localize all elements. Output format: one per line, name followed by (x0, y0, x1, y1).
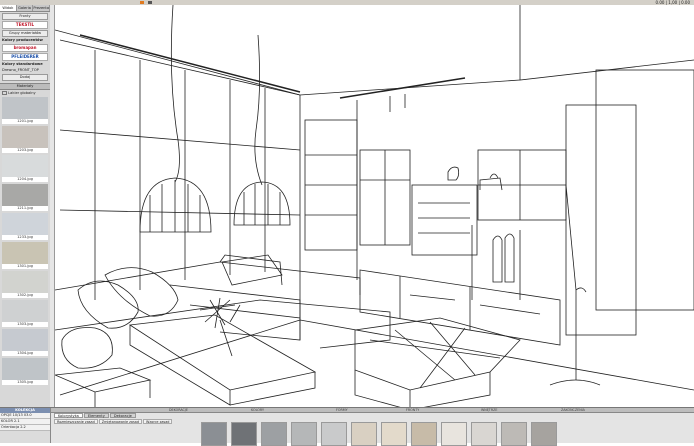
texture-thumbnail[interactable] (291, 422, 317, 446)
texture-thumbnail[interactable] (501, 422, 527, 446)
category-wnetrze[interactable]: WNĘTRZE (481, 408, 497, 412)
3d-viewport[interactable] (55, 5, 694, 407)
material-swatch-label: 1204.jpg (2, 177, 48, 182)
subtab-zmietanowanie[interactable]: Zmiętanowanie zasad (98, 419, 143, 424)
producer-colors-heading: Kolory producentów (2, 38, 43, 42)
texture-thumbnail[interactable] (441, 422, 467, 446)
producer-logo-tekstil[interactable]: TEKSTIL (2, 21, 48, 29)
add-button[interactable]: Dodaj (2, 74, 48, 81)
producer-logo-pfleiderer[interactable]: PFLEIDERER (2, 53, 48, 61)
producer-logo-bromapan[interactable]: bromapan (2, 44, 48, 52)
category-formy[interactable]: FORMY (336, 408, 348, 412)
texture-thumbnail[interactable] (381, 422, 407, 446)
category-kolory[interactable]: KOLORY (251, 408, 264, 412)
material-swatch-label: 1302.jpg (2, 293, 48, 298)
texture-thumbnail[interactable] (201, 422, 227, 446)
category-fronty[interactable]: FRONTY (406, 408, 419, 412)
material-swatch[interactable]: 1211.jpg (2, 184, 48, 211)
toolbar-indicator-icon[interactable] (140, 1, 144, 4)
left-panel: Widok Galeria Prezentacja Fronty TEKSTIL… (0, 5, 51, 407)
texture-thumbnail[interactable] (321, 422, 347, 446)
material-swatch[interactable]: 1302.jpg (2, 271, 48, 298)
material-swatch-label: 1303.jpg (2, 322, 48, 327)
tab-elementy[interactable]: Elementy (83, 413, 109, 418)
bottom-tabs: Kolorystyka Elementy Dekoracje (51, 413, 694, 418)
materials-browser: Kolorystyka Elementy Dekoracje Rozmieszc… (51, 413, 694, 446)
tab-widok[interactable]: Widok (0, 5, 17, 11)
material-swatch-label: 1203.jpg (2, 148, 48, 153)
tab-dekoracje[interactable]: Dekoracje (109, 413, 136, 418)
material-swatch[interactable]: 1204.jpg (2, 155, 48, 182)
tab-prezentacja[interactable]: Prezentacja (33, 5, 50, 11)
material-swatch-label: 1201.jpg (2, 119, 48, 124)
folder-icon (2, 91, 7, 95)
material-groups-button[interactable]: Grupy materiałów (2, 30, 48, 37)
tab-kolorystyka[interactable]: Kolorystyka (54, 413, 83, 418)
material-swatch[interactable]: 1203.jpg (2, 126, 48, 153)
wireframe-scene (55, 5, 694, 407)
material-swatch-label: 1304.jpg (2, 351, 48, 356)
left-tabs: Widok Galeria Prezentacja (0, 5, 50, 12)
materials-header: Materiały (0, 83, 50, 90)
texture-thumbnail[interactable] (351, 422, 377, 446)
tree-item-label: Lakier globalny (8, 91, 36, 95)
standard-color-item[interactable]: Drewno_FRONT_TOP (2, 68, 48, 73)
material-swatch-label: 1211.jpg (2, 206, 48, 211)
category-dekoracje[interactable]: DEKORACJE (169, 408, 188, 412)
texture-thumbnail[interactable] (261, 422, 287, 446)
material-swatch[interactable]: 1233.jpg (2, 213, 48, 240)
texture-thumbnail[interactable] (471, 422, 497, 446)
material-swatch-label: 1305.jpg (2, 380, 48, 385)
texture-thumbnails (201, 422, 561, 446)
toolbar-indicator-icon[interactable] (148, 1, 152, 4)
collection-row[interactable]: Orientacja 2.2 (0, 425, 50, 431)
standard-colors-heading: Kolory standardowe (2, 62, 43, 66)
material-swatch-label: 1301.jpg (2, 264, 48, 269)
material-swatch[interactable]: 1305.jpg (2, 358, 48, 385)
material-swatch[interactable]: 1304.jpg (2, 329, 48, 356)
texture-thumbnail[interactable] (231, 422, 257, 446)
category-zakonczenia[interactable]: ZAKOŃCZENIA (561, 408, 585, 412)
collection-panel: KOLEKCJA OPCJE 10/13 03.0 KOLOR 2.1 Orie… (0, 408, 51, 443)
material-swatch-label: 1233.jpg (2, 235, 48, 240)
texture-thumbnail[interactable] (411, 422, 437, 446)
subtab-wzorce[interactable]: Wzorce zasad (143, 419, 173, 424)
tab-galeria[interactable]: Galeria (16, 5, 34, 11)
material-swatch-list: 1201.jpg 1203.jpg 1204.jpg 1211.jpg 1233.jpg… (2, 97, 48, 387)
materials-tree-item[interactable]: Lakier globalny (2, 91, 48, 96)
material-swatch[interactable]: 1201.jpg (2, 97, 48, 124)
texture-thumbnail[interactable] (531, 422, 557, 446)
subtab-rozmieszczanie[interactable]: Rozmieszczanie zasad (54, 419, 98, 424)
bottom-panel: KOLEKCJA OPCJE 10/13 03.0 KOLOR 2.1 Orie… (0, 407, 694, 446)
material-swatch[interactable]: 1301.jpg (2, 242, 48, 269)
fronty-button[interactable]: Fronty (2, 13, 48, 20)
material-swatch[interactable]: 1303.jpg (2, 300, 48, 327)
